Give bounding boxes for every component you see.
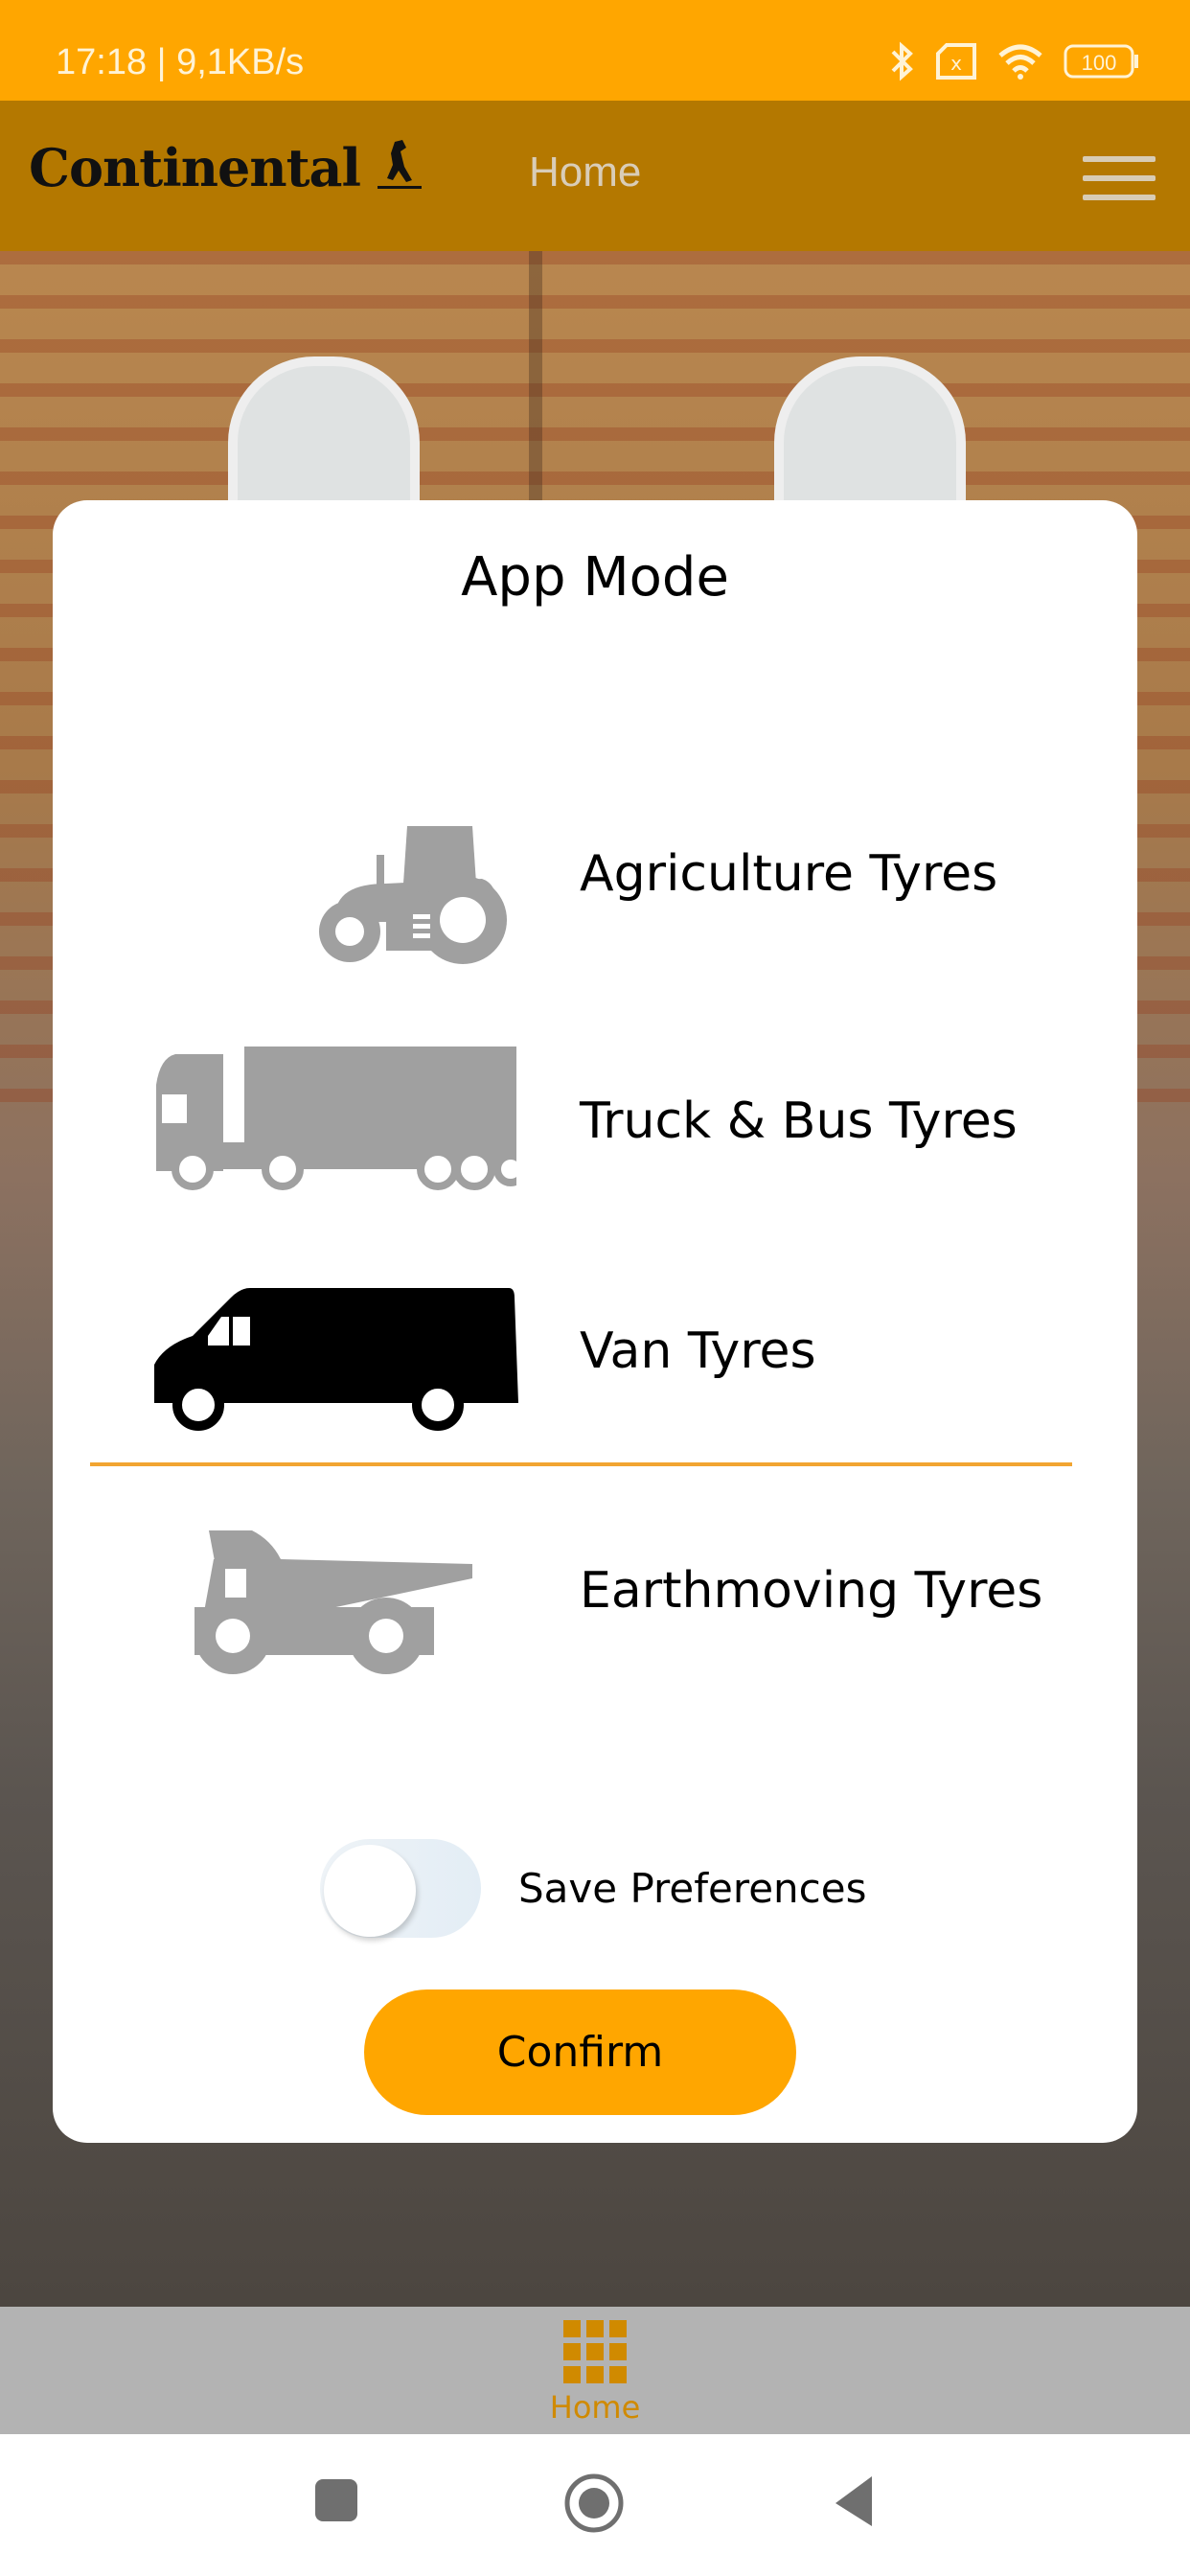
save-preferences-label: Save Preferences [518, 1865, 867, 1912]
van-icon [154, 1288, 518, 1431]
bottom-nav: Home [0, 2307, 1190, 2434]
mode-option-earthmoving[interactable]: Earthmoving Tyres [53, 1516, 1137, 1736]
app-header: Continental Home [0, 101, 1190, 251]
mode-label: Earthmoving Tyres [580, 1562, 1043, 1620]
status-icons: x 100 [889, 40, 1140, 82]
mode-option-truck-bus[interactable]: Truck & Bus Tyres [53, 1037, 1137, 1257]
battery-icon: 100 [1064, 44, 1138, 79]
dialog-title: App Mode [461, 546, 729, 609]
back-icon[interactable] [832, 2474, 874, 2528]
hamburger-menu-icon[interactable] [1083, 156, 1156, 200]
status-bar: 17:18 | 9,1KB/s x 100 [0, 0, 1190, 101]
status-time: 17:18 | 9,1KB/s [56, 42, 305, 82]
bottom-nav-home-label: Home [549, 2389, 641, 2426]
mode-option-agriculture[interactable]: Agriculture Tyres [53, 740, 1137, 964]
system-nav-bar [0, 2434, 1190, 2576]
bluetooth-icon [891, 41, 913, 81]
selection-divider [90, 1462, 1072, 1466]
battery-level: 100 [1082, 51, 1117, 75]
recents-icon[interactable] [314, 2478, 358, 2522]
mode-option-van[interactable]: Van Tyres [53, 1267, 1137, 1487]
continental-logo[interactable]: Continental [29, 137, 422, 198]
logo-text: Continental [29, 137, 361, 198]
grid-icon [563, 2320, 627, 2383]
bottom-nav-home[interactable]: Home [546, 2320, 644, 2426]
app-mode-dialog: App Mode Agriculture Tyres Truck & Bus T… [53, 500, 1137, 2143]
toggle-knob [324, 1845, 416, 1937]
wifi-icon [998, 44, 1042, 80]
confirm-button[interactable]: Confirm [364, 1990, 796, 2115]
header-title: Home [529, 149, 642, 196]
mode-label: Agriculture Tyres [580, 845, 998, 903]
mode-label: Van Tyres [580, 1322, 816, 1380]
sim-card-no-signal-icon: x [936, 43, 976, 80]
horse-logo-icon [377, 140, 422, 189]
dump-truck-icon [195, 1530, 472, 1674]
home-icon[interactable] [563, 2472, 625, 2534]
svg-text:x: x [950, 52, 962, 75]
save-preferences-toggle[interactable] [320, 1839, 481, 1938]
tractor-icon [319, 826, 507, 964]
truck-icon [156, 1046, 516, 1190]
mode-label: Truck & Bus Tyres [580, 1092, 1018, 1150]
